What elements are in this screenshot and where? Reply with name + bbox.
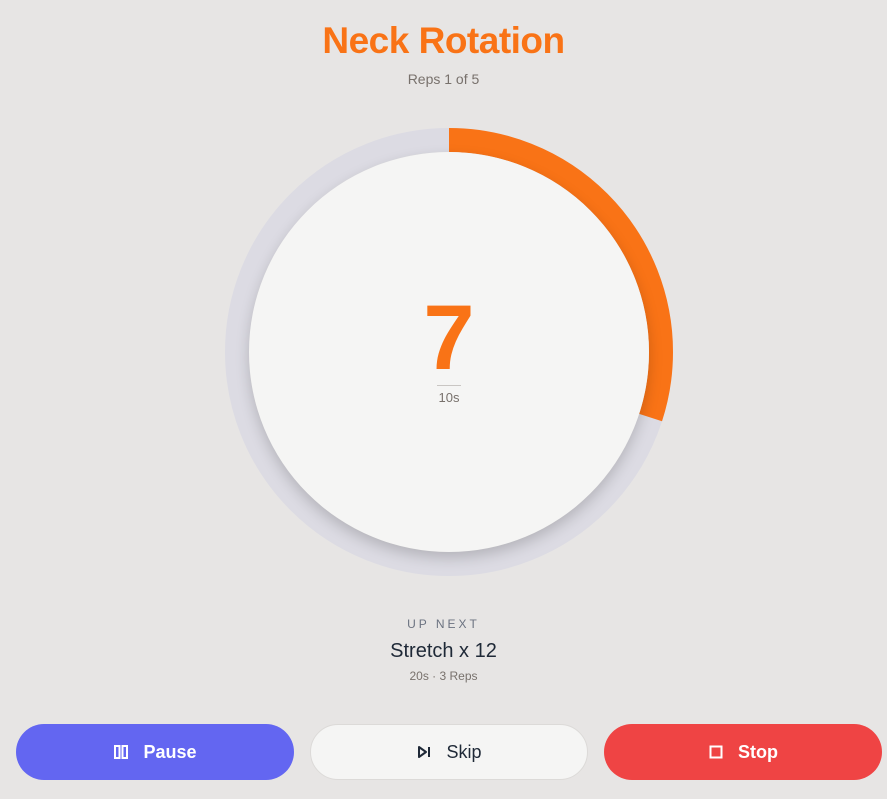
countdown-total: 10s (438, 390, 460, 405)
skip-button[interactable]: Skip (310, 724, 588, 780)
skip-next-icon (416, 744, 432, 760)
stop-icon (708, 744, 724, 760)
up-next-label: UP NEXT (407, 617, 480, 631)
skip-label: Skip (446, 741, 482, 762)
stop-button[interactable]: Stop (604, 724, 882, 780)
pause-icon (113, 744, 129, 760)
exercise-title: Neck Rotation (322, 20, 565, 61)
up-next-details: 20s · 3 Reps (409, 669, 478, 683)
reps-status: Reps 1 of 5 (407, 71, 480, 87)
pause-button[interactable]: Pause (16, 724, 294, 780)
countdown-divider (437, 385, 461, 386)
workout-timer-screen: Neck Rotation Reps 1 of 5 7 10s UP NEXT … (0, 0, 887, 799)
stop-label: Stop (738, 741, 778, 762)
countdown-value: 7 (423, 287, 475, 389)
pause-label: Pause (143, 741, 197, 762)
up-next-exercise: Stretch x 12 (390, 640, 497, 662)
countdown-ring: 7 10s (225, 128, 673, 576)
